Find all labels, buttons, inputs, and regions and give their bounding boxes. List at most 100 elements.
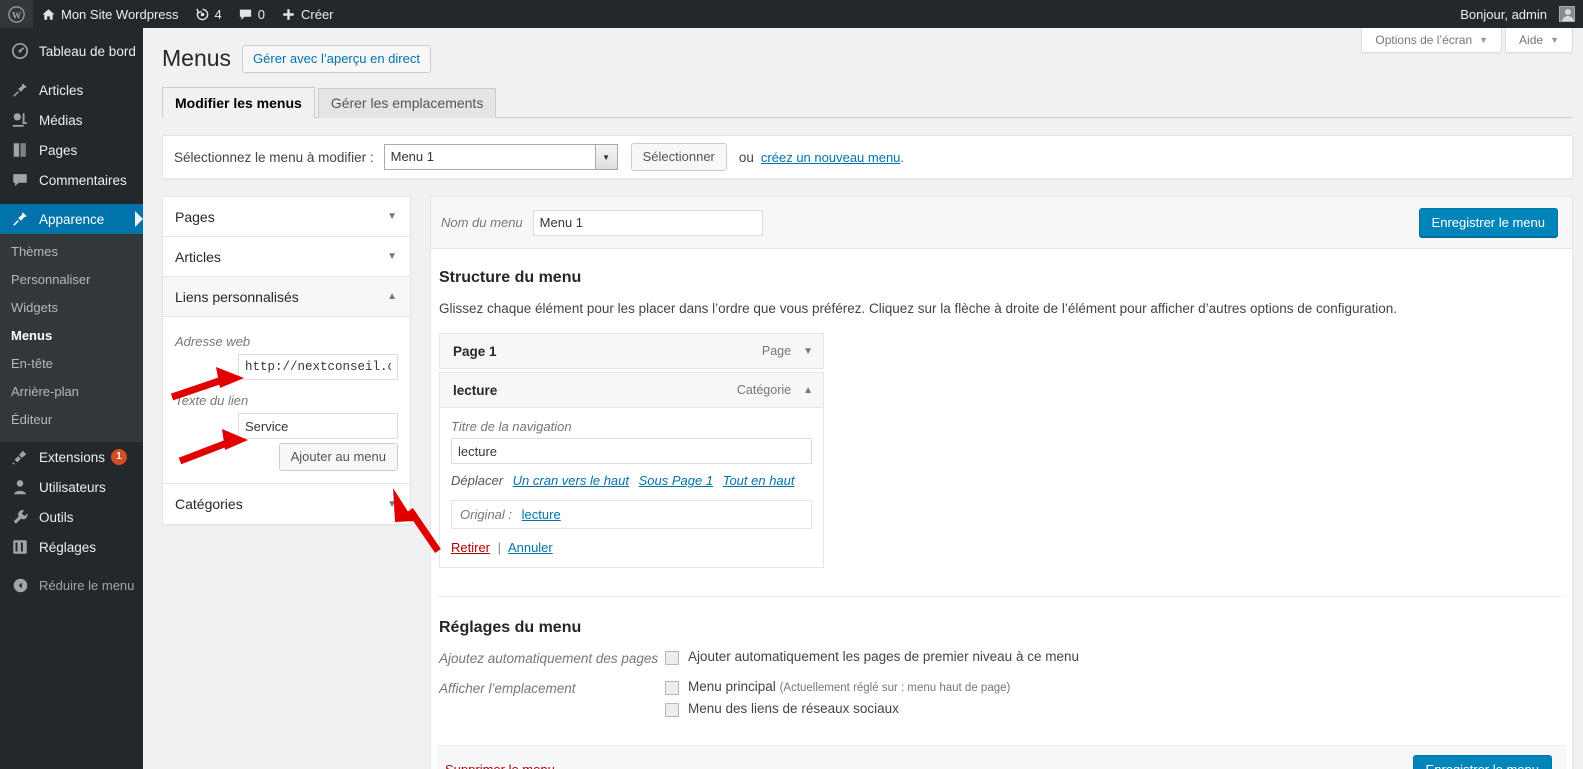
chevron-down-icon: ▼ [1479, 35, 1489, 45]
original-link[interactable]: lecture [522, 507, 561, 522]
updates-count: 4 [214, 6, 222, 22]
sidebar-item-extensions[interactable]: Extensions 1 [0, 442, 143, 472]
url-input[interactable] [238, 354, 398, 380]
accordion-header-custom-links[interactable]: Liens personnalisés ▲ [163, 277, 410, 317]
cancel-menu-item-link[interactable]: Annuler [508, 540, 553, 555]
site-name-button[interactable]: Mon Site Wordpress [33, 0, 187, 28]
screen-options-button[interactable]: Options de l’écran ▼ [1361, 28, 1503, 53]
move-under-link[interactable]: Sous Page 1 [639, 473, 713, 488]
auto-add-checkbox[interactable] [665, 651, 679, 666]
comments-button[interactable]: 0 [230, 0, 273, 28]
help-button[interactable]: Aide ▼ [1505, 28, 1573, 53]
plus-icon [281, 7, 296, 22]
sidebar-item-users[interactable]: Utilisateurs [0, 472, 143, 502]
save-menu-button-bottom[interactable]: Enregistrer le menu [1412, 755, 1552, 769]
home-icon [41, 7, 56, 22]
help-label: Aide [1519, 33, 1544, 47]
appearance-submenu: Thèmes Personnaliser Widgets Menus En-tê… [0, 234, 143, 442]
sidebar-subitem-header[interactable]: En-tête [0, 350, 143, 378]
display-location-row: Afficher l’emplacement Menu principal (A… [439, 679, 1558, 723]
site-name-label: Mon Site Wordpress [61, 6, 179, 22]
menu-name-row: Nom du menu Enregistrer le menu [431, 197, 1572, 249]
sidebar-item-label: Réglages [39, 539, 97, 555]
account-menu[interactable]: Bonjour, admin [1452, 0, 1583, 28]
action-separator: | [497, 540, 502, 556]
collapse-menu-button[interactable]: Réduire le menu [0, 570, 143, 600]
social-menu-checkbox[interactable] [665, 703, 679, 718]
comment-icon [10, 170, 30, 190]
sidebar-item-label: Utilisateurs [39, 479, 106, 495]
tools-wrench-icon [10, 507, 30, 527]
sidebar-item-appearance[interactable]: Apparence [0, 204, 143, 234]
add-to-menu-button[interactable]: Ajouter au menu [278, 443, 398, 471]
link-text-input[interactable] [238, 413, 398, 439]
sidebar-item-tools[interactable]: Outils [0, 502, 143, 532]
primary-menu-label: Menu principal (Actuellement réglé sur :… [688, 679, 1010, 694]
tab-edit-menus[interactable]: Modifier les menus [162, 87, 315, 118]
accordion-header-articles[interactable]: Articles ▼ [163, 237, 410, 277]
sidebar-item-medias[interactable]: Médias [0, 105, 143, 135]
delete-menu-link[interactable]: Supprimer le menu [445, 762, 555, 769]
collapse-arrow-icon [10, 577, 30, 594]
tab-manage-locations[interactable]: Gérer les emplacements [317, 88, 497, 118]
chevron-up-icon: ▲ [387, 291, 397, 302]
auto-add-row: Ajoutez automatiquement des pages Ajoute… [439, 649, 1558, 671]
menu-tabs: Modifier les menus Gérer les emplacement… [162, 87, 1573, 118]
remove-menu-item-link[interactable]: Retirer [451, 540, 490, 555]
comments-count: 0 [257, 6, 265, 22]
auto-add-label: Ajoutez automatiquement des pages [439, 651, 659, 667]
sidebar-item-pages[interactable]: Pages [0, 135, 143, 165]
accordion-title: Pages [175, 208, 215, 225]
greeting-label: Bonjour, admin [1460, 6, 1547, 22]
sidebar-item-comments[interactable]: Commentaires [0, 165, 143, 195]
collapse-menu-label: Réduire le menu [39, 577, 135, 593]
primary-menu-checkbox[interactable] [665, 681, 679, 696]
accordion-header-pages[interactable]: Pages ▼ [163, 197, 410, 237]
auto-add-checkbox-line: Ajouter automatiquement les pages de pre… [665, 649, 1079, 666]
menu-item-type: Page [761, 344, 792, 359]
menu-structure-section: Structure du menu Glissez chaque élément… [431, 249, 1572, 569]
create-new-menu-link[interactable]: créez un nouveau menu [761, 150, 900, 165]
sidebar-subitem-editor[interactable]: Éditeur [0, 406, 143, 434]
save-menu-button-top[interactable]: Enregistrer le menu [1418, 208, 1558, 237]
sidebar-subitem-themes[interactable]: Thèmes [0, 238, 143, 266]
sidebar-subitem-customize[interactable]: Personnaliser [0, 266, 143, 294]
menu-select-value: Menu 1 [390, 149, 434, 164]
sidebar-subitem-background[interactable]: Arrière-plan [0, 378, 143, 406]
sidebar-subitem-widgets[interactable]: Widgets [0, 294, 143, 322]
wordpress-logo-button[interactable]: W [0, 0, 33, 28]
add-to-menu-row: Ajouter au menu [175, 443, 398, 471]
chevron-up-icon[interactable]: ▲ [803, 385, 813, 396]
move-up-link[interactable]: Un cran vers le haut [513, 473, 629, 488]
original-row: Original : lecture [451, 500, 812, 530]
structure-description: Glissez chaque élément pour les placer d… [439, 301, 1398, 316]
screen-meta-links: Options de l’écran ▼ Aide ▼ [1358, 28, 1573, 53]
select-button[interactable]: Sélectionner [630, 143, 727, 171]
new-content-button[interactable]: Créer [273, 0, 342, 28]
sidebar-item-dashboard[interactable]: Tableau de bord [0, 36, 143, 66]
menu-select[interactable]: Menu 1 [383, 144, 618, 170]
menu-items-list: Page 1 Page ▼ lecture Catégorie ▲ Titre … [439, 333, 824, 569]
menu-item-title: Page 1 [453, 343, 497, 359]
menu-item-header-lecture[interactable]: lecture Catégorie ▲ [439, 372, 824, 409]
nav-label-input[interactable] [451, 438, 812, 465]
chevron-down-icon: ▼ [1550, 35, 1559, 45]
menu-item-header-page-1[interactable]: Page 1 Page ▼ [439, 333, 824, 370]
chevron-down-icon[interactable]: ▼ [594, 145, 617, 169]
menu-select-bar: Sélectionnez le menu à modifier : Menu 1… [162, 135, 1573, 179]
sidebar-item-label: Outils [39, 509, 74, 525]
sidebar-item-settings[interactable]: Réglages [0, 532, 143, 562]
move-to-top-link[interactable]: Tout en haut [723, 473, 795, 488]
sidebar-item-label: Tableau de bord [39, 43, 136, 59]
menu-item: lecture Catégorie ▲ Titre de la navigati… [439, 372, 824, 569]
admin-bar-right: Bonjour, admin [1452, 0, 1583, 28]
chevron-down-icon: ▼ [387, 498, 397, 510]
updates-button[interactable]: 4 [187, 0, 230, 28]
sidebar-subitem-menus[interactable]: Menus [0, 322, 143, 350]
accordion-header-categories[interactable]: Catégories ▼ [163, 484, 410, 524]
sidebar-item-articles[interactable]: Articles [0, 75, 143, 105]
chevron-down-icon[interactable]: ▼ [803, 346, 813, 357]
move-row: Déplacer Un cran vers le haut Sous Page … [451, 473, 812, 488]
live-preview-button[interactable]: Gérer avec l’aperçu en direct [242, 44, 431, 73]
menu-name-input[interactable] [532, 209, 763, 236]
